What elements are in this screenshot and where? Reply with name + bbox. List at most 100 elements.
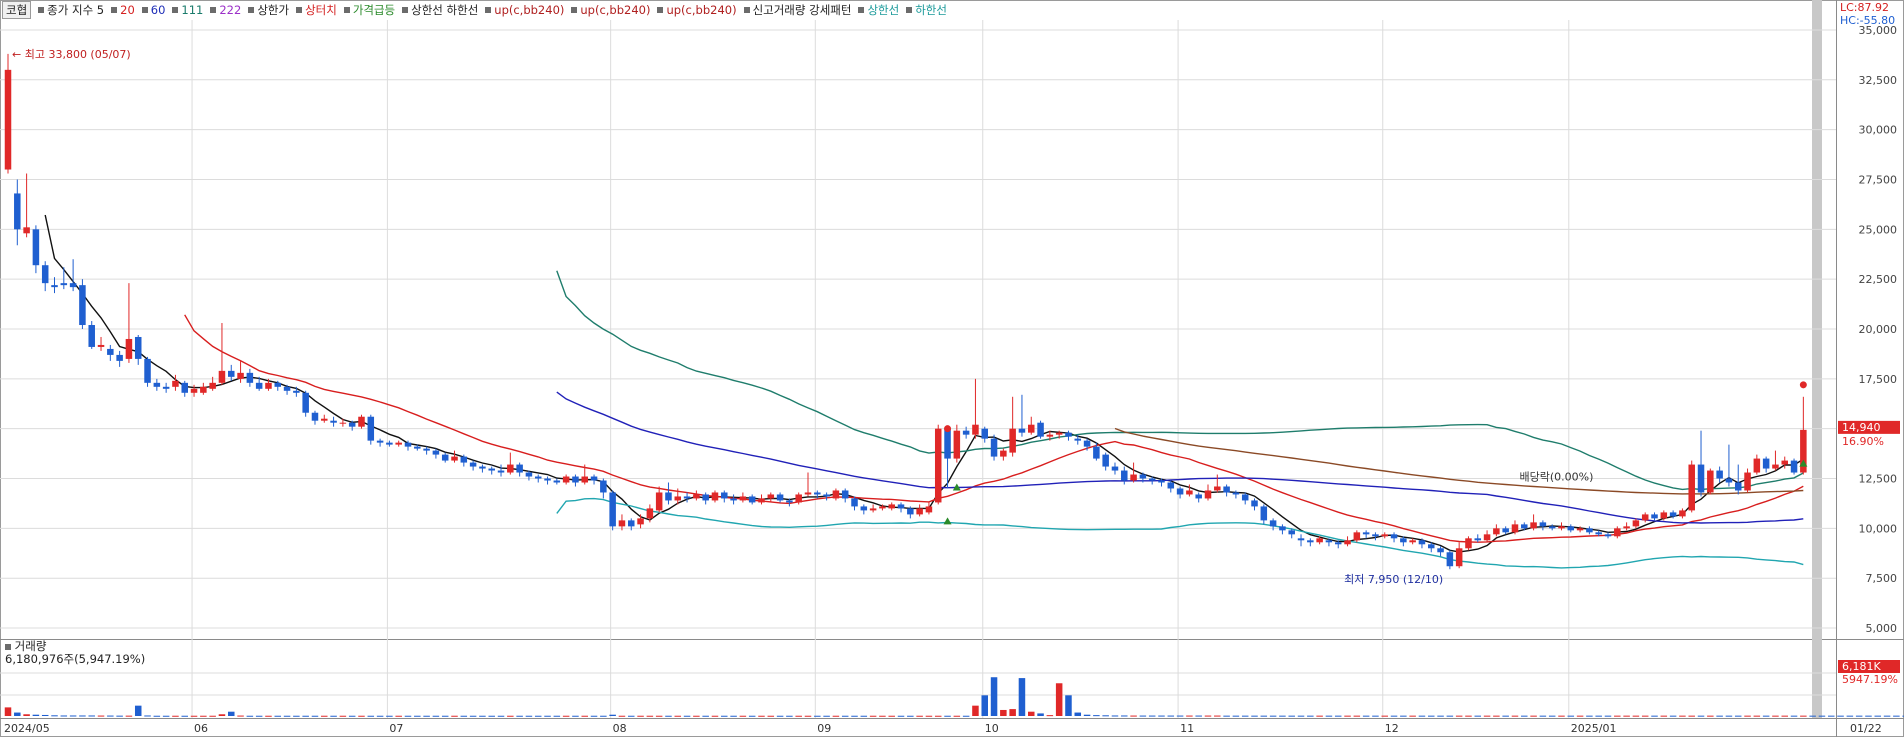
volume-bar: [1744, 715, 1751, 717]
legend-label: 상한가: [257, 3, 290, 17]
legend-item[interactable]: 상한가: [248, 2, 289, 18]
volume-bar: [144, 715, 151, 717]
candle-body: [1074, 438, 1082, 441]
candle-body: [786, 500, 793, 503]
volume-bar: [1614, 715, 1621, 717]
lc-hc-readout: LC:87.92 HC:-55.80: [1840, 1, 1895, 27]
candle-body: [1307, 540, 1314, 543]
legend-box-icon: [485, 7, 492, 13]
price-tick-label: 27,500: [1859, 173, 1898, 186]
candle-body: [562, 476, 570, 483]
volume-bar: [451, 715, 458, 717]
volume-bar: [321, 715, 328, 717]
volume-bar: [1595, 715, 1602, 717]
stock-chart[interactable]: 35,000 32,500 30,000 27,500 25,000 22,500 20,0…: [0, 0, 1904, 737]
volume-bar: [1325, 715, 1333, 717]
candle-body: [572, 476, 579, 483]
stock-name-button[interactable]: 코협: [2, 1, 32, 19]
lc-value: LC:87.92: [1840, 1, 1890, 14]
legend-box-icon: [657, 7, 664, 13]
volume-bar: [1632, 715, 1640, 717]
candle-body: [674, 496, 682, 501]
volume-bar: [255, 715, 263, 717]
candle-body: [804, 492, 812, 495]
candle-body: [916, 508, 923, 515]
candle-body: [823, 494, 830, 497]
volume-bar: [1139, 715, 1147, 717]
volume-bar: [1418, 715, 1426, 717]
candle-body: [1558, 526, 1565, 529]
volume-bar: [804, 715, 812, 717]
candle-body: [637, 518, 644, 525]
volume-legend-box: [5, 644, 11, 650]
volume-bar: [1660, 715, 1668, 717]
legend-item[interactable]: 111: [172, 2, 203, 18]
candle-body: [97, 344, 105, 347]
volume-bar: [218, 714, 226, 716]
volume-bar: [348, 715, 356, 717]
legend-item[interactable]: 종가 지수 5: [38, 2, 104, 18]
legend-box-icon: [141, 7, 148, 13]
volume-bar: [265, 715, 272, 717]
price-tick-label: 30,000: [1859, 124, 1898, 137]
candle-body: [441, 454, 449, 461]
volume-bar: [1734, 715, 1742, 717]
legend-item[interactable]: 가격급등: [343, 2, 395, 18]
volume-bar: [1846, 715, 1854, 717]
volume-bar: [1381, 715, 1388, 717]
volume-bar: [1269, 715, 1277, 717]
candle-body: [934, 428, 942, 503]
legend-item[interactable]: 상한선: [858, 2, 899, 18]
candle-body: [1028, 424, 1035, 433]
volume-bar: [1474, 715, 1482, 717]
volume-bar: [1502, 715, 1509, 717]
legend-label: 60: [150, 3, 166, 17]
volume-bar: [1697, 715, 1705, 717]
volume-bar: [1437, 715, 1444, 717]
candle-body: [1530, 522, 1537, 529]
legend-item[interactable]: 신고거래량 강세패턴: [743, 2, 851, 18]
price-tick-label: 32,500: [1859, 74, 1898, 87]
volume-bar: [125, 715, 133, 717]
legend-item[interactable]: 222: [210, 2, 241, 18]
candle-body: [1325, 540, 1333, 543]
volume-bar: [1623, 715, 1630, 717]
legend-item[interactable]: 하한선: [906, 2, 947, 18]
chart-frame: [0, 0, 1904, 737]
x-tick-label: 06: [194, 722, 208, 735]
volume-bar: [1455, 715, 1463, 717]
volume-bar: [367, 715, 375, 717]
legend-item[interactable]: 상한선 하한선: [402, 2, 478, 18]
chart-canvas[interactable]: 35,00032,50030,00027,50025,00022,50020,0…: [0, 0, 1904, 737]
candle-body: [944, 428, 951, 459]
legend-item[interactable]: 상터치: [296, 2, 337, 18]
volume-bar: [1046, 715, 1054, 717]
candle-body: [265, 382, 272, 389]
volume-bar: [1121, 715, 1128, 717]
volume-bar: [1809, 715, 1816, 717]
legend-item[interactable]: up(c,bb240): [571, 2, 650, 18]
candle-body: [990, 438, 998, 457]
candle-body: [339, 422, 347, 424]
legend-item[interactable]: 20: [111, 2, 135, 18]
candle-body: [1651, 514, 1658, 519]
candle-body: [190, 388, 198, 393]
volume-bar: [1558, 715, 1565, 717]
candle-body: [665, 492, 672, 501]
volume-bar: [1344, 715, 1351, 717]
volume-bar: [1102, 715, 1109, 717]
volume-bar: [69, 715, 77, 717]
legend-item[interactable]: 60: [141, 2, 166, 18]
volume-bar: [488, 715, 495, 717]
candle-body: [953, 430, 961, 459]
legend-item[interactable]: up(c,bb240): [485, 2, 564, 18]
candle-body: [879, 506, 886, 509]
volume-bar: [888, 715, 895, 717]
volume-bar: [1037, 713, 1044, 716]
volume-bar: [1362, 715, 1370, 717]
volume-bar: [1130, 715, 1137, 717]
legend-item[interactable]: up(c,bb240): [657, 2, 737, 18]
candle-body: [1362, 532, 1370, 535]
candle-body: [1297, 538, 1305, 541]
volume-bar: [1818, 715, 1826, 717]
